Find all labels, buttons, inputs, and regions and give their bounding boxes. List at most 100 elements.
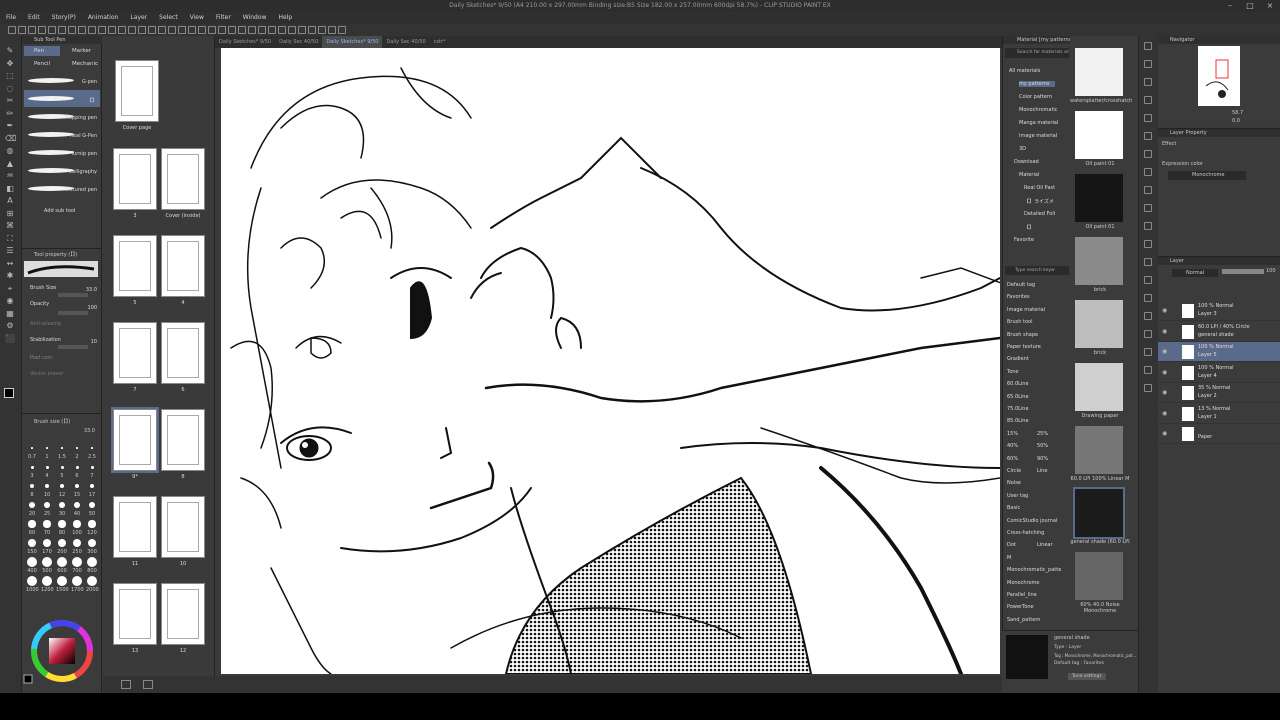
page-thumbnail[interactable] (115, 60, 159, 122)
brush-size-preset[interactable] (43, 520, 51, 528)
tool-icon[interactable]: ✎ (5, 46, 15, 55)
post-correction-label[interactable]: Post corr. (30, 355, 53, 361)
layer-opacity-value[interactable]: 100 (1266, 268, 1276, 274)
tag-button[interactable]: Line (1037, 468, 1047, 474)
command-icon[interactable] (188, 26, 196, 34)
brush-size-preset[interactable] (46, 447, 48, 449)
command-icon[interactable] (38, 26, 46, 34)
layer-row[interactable]: ◉ 100 % Normal Layer 5 (1158, 342, 1280, 362)
tag-button[interactable]: PowerTone (1007, 604, 1034, 610)
tag-button[interactable]: 60.0Line (1007, 381, 1029, 387)
brush-size-preset[interactable] (31, 447, 33, 449)
tag-button[interactable]: Favorites (1007, 294, 1030, 300)
tool-icon[interactable]: ✱ (5, 271, 15, 280)
brush-size-preset[interactable] (42, 538, 52, 548)
page-thumbnail[interactable] (113, 235, 157, 297)
tool-icon[interactable]: ⊞ (5, 209, 15, 218)
tool-icon[interactable]: ⌫ (5, 134, 16, 143)
material-tree-item[interactable]: 【】ライズメ (1024, 198, 1054, 205)
tool-icon[interactable]: A (5, 196, 15, 205)
navigator-preview[interactable] (1198, 46, 1240, 106)
material-tree-item[interactable]: Image material (1019, 133, 1057, 139)
visibility-eye-icon[interactable]: ◉ (1162, 410, 1167, 417)
material-tree-item[interactable]: Monochromatic (1019, 107, 1058, 113)
command-icon[interactable] (148, 26, 156, 34)
brush-size-preset[interactable] (75, 465, 79, 469)
material-thumbnail[interactable] (1075, 300, 1123, 348)
opacity-value[interactable]: 100 (87, 305, 97, 311)
command-icon[interactable] (138, 26, 146, 34)
tag-button[interactable]: Dot (1007, 542, 1016, 548)
expression-color-select[interactable]: Monochrome (1168, 171, 1246, 180)
panel-icon[interactable] (1144, 294, 1152, 302)
material-tree-item[interactable]: my patterns (1019, 81, 1056, 87)
tag-button[interactable]: Monochrome (1007, 580, 1039, 586)
layer-row[interactable]: ◉ 35 % Normal Layer 2 (1158, 383, 1280, 403)
page-thumbnail[interactable] (161, 148, 205, 210)
brush-size-preset[interactable] (72, 538, 82, 548)
brush-item[interactable]: 【】 (24, 90, 100, 107)
menu-window[interactable]: Window (237, 12, 273, 24)
brush-item[interactable]: Turnip pen (24, 144, 100, 161)
command-icon[interactable] (68, 26, 76, 34)
command-icon[interactable] (268, 26, 276, 34)
page-thumbnail[interactable] (161, 496, 205, 558)
document-tab[interactable]: cstr* (430, 36, 450, 48)
brush-size-preset[interactable] (30, 465, 34, 469)
tool-icon[interactable]: ▲ (5, 159, 15, 168)
material-search-input[interactable]: Search for materials on (1005, 48, 1069, 58)
tool-icon[interactable]: ✒ (5, 121, 15, 130)
close-icon[interactable]: × (1260, 0, 1280, 12)
brush-size-preset[interactable] (42, 576, 52, 586)
menu-view[interactable]: View (184, 12, 210, 24)
tag-button[interactable]: User tag (1007, 493, 1028, 499)
tag-button[interactable]: Cross-hatching (1007, 530, 1044, 536)
tag-button[interactable]: Sand_pattern (1007, 617, 1040, 623)
brush-size-preset[interactable] (61, 447, 63, 449)
page-thumbnail[interactable] (161, 409, 205, 471)
menu-animation[interactable]: Animation (82, 12, 125, 24)
brush-size-preset[interactable] (72, 557, 82, 567)
tool-icon[interactable]: ✂ (5, 96, 15, 105)
command-icon[interactable] (288, 26, 296, 34)
brush-size-preset[interactable] (29, 483, 35, 489)
add-sub-tool-button[interactable]: Add sub tool (44, 208, 75, 214)
layer-row[interactable]: ◉ 100 % Normal Layer 4 (1158, 363, 1280, 383)
command-icon[interactable] (108, 26, 116, 34)
brush-size-preset[interactable] (74, 483, 80, 489)
command-icon[interactable] (258, 26, 266, 34)
document-tab[interactable]: Daily Sec 40/50 (275, 36, 322, 48)
panel-icon[interactable] (1144, 42, 1152, 50)
tool-icon[interactable]: ▦ (5, 309, 15, 318)
tag-button[interactable]: 60% (1007, 456, 1018, 462)
tag-button[interactable]: Gradient (1007, 356, 1029, 362)
tag-button[interactable]: Circle (1007, 468, 1021, 474)
tool-icon[interactable]: ↔ (5, 259, 15, 268)
document-tab[interactable]: Daily Sketches* 9/50 (215, 36, 275, 48)
tag-search-input[interactable]: Type search keyw (1005, 266, 1069, 275)
brush-size-preset[interactable] (91, 447, 93, 449)
command-icon[interactable] (308, 26, 316, 34)
menu-layer[interactable]: Layer (124, 12, 153, 24)
page-thumbnail[interactable] (111, 407, 159, 473)
brush-size-slider[interactable] (58, 293, 88, 297)
command-icon[interactable] (88, 26, 96, 34)
tool-icon[interactable]: ◧ (5, 184, 15, 193)
command-icon[interactable] (18, 26, 26, 34)
panel-icon[interactable] (1144, 384, 1152, 392)
drawing-canvas[interactable] (221, 48, 1000, 674)
material-tree-item[interactable]: All materials (1009, 68, 1040, 74)
panel-icon[interactable] (1144, 366, 1152, 374)
menu-storyp[interactable]: Story(P) (46, 12, 82, 24)
brush-size-preset[interactable] (27, 538, 37, 548)
page-settings-icon[interactable] (143, 680, 153, 689)
material-thumbnail[interactable] (1075, 111, 1123, 159)
brush-size-preset[interactable] (59, 483, 65, 489)
visibility-eye-icon[interactable]: ◉ (1162, 369, 1167, 376)
command-icon[interactable] (78, 26, 86, 34)
brush-item[interactable]: Calligraphy (24, 162, 100, 179)
command-icon[interactable] (208, 26, 216, 34)
panel-icon[interactable] (1144, 330, 1152, 338)
document-tab[interactable]: Daily Sketches* 9/50 (322, 36, 383, 48)
brush-size-preset[interactable] (87, 557, 97, 567)
